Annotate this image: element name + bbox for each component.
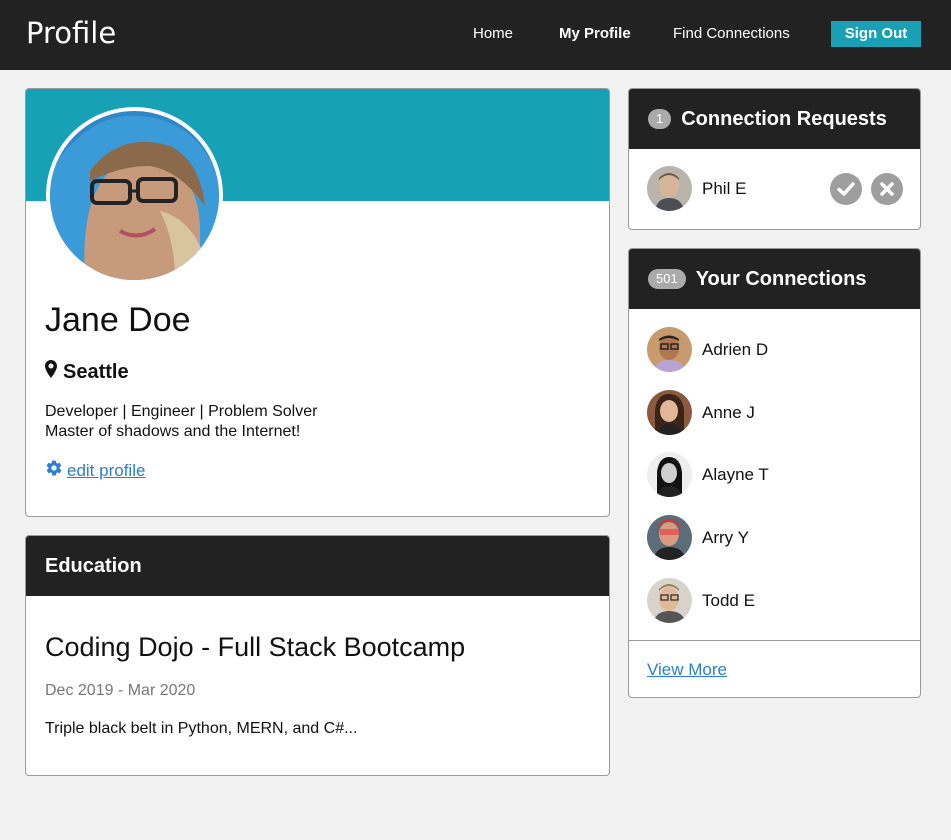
connections-count-badge: 501 — [648, 269, 686, 289]
bio-line-2: Master of shadows and the Internet! — [45, 423, 301, 440]
edit-profile-link[interactable]: edit profile — [45, 459, 145, 482]
bio-line-1: Developer | Engineer | Problem Solver — [45, 403, 318, 420]
connection-requests-header: 1 Connection Requests — [629, 89, 920, 149]
request-actions — [830, 173, 903, 205]
connection-name: Anne J — [702, 402, 755, 422]
nav-link-find-connections[interactable]: Find Connections — [673, 25, 790, 42]
map-marker-icon — [45, 360, 57, 384]
your-connections-card: 501 Your Connections Adrien D Anne J Ala… — [628, 248, 921, 698]
your-connections-header: 501 Your Connections — [629, 249, 920, 309]
gear-icon — [45, 459, 63, 482]
location-label: Seattle — [63, 360, 129, 383]
profile-bio: Developer | Engineer | Problem Solver Ma… — [45, 402, 317, 442]
navbar-brand[interactable]: Profile — [26, 16, 116, 50]
education-card: Education Coding Dojo - Full Stack Bootc… — [25, 535, 610, 776]
top-navbar: Profile Home My Profile Find Connections… — [0, 0, 951, 70]
requests-header-label: Connection Requests — [681, 107, 887, 130]
avatar — [647, 578, 692, 623]
connections-divider — [629, 640, 920, 641]
times-circle-icon[interactable] — [871, 173, 903, 205]
edit-profile-label: edit profile — [67, 460, 146, 480]
avatar — [647, 390, 692, 435]
request-name: Phil E — [702, 178, 747, 198]
profile-location: Seattle — [45, 360, 129, 384]
avatar — [647, 515, 692, 560]
connection-name: Alayne T — [702, 464, 769, 484]
profile-name: Jane Doe — [45, 301, 191, 339]
nav-link-home[interactable]: Home — [473, 25, 513, 42]
connection-name: Arry Y — [702, 527, 749, 547]
connection-requests-card: 1 Connection Requests Phil E — [628, 88, 921, 230]
view-more-link[interactable]: View More — [647, 660, 727, 680]
profile-avatar — [46, 107, 223, 284]
connection-item[interactable]: Adrien D — [647, 327, 768, 372]
connection-item[interactable]: Alayne T — [647, 452, 769, 497]
request-item[interactable]: Phil E — [647, 166, 746, 211]
nav-link-my-profile[interactable]: My Profile — [559, 25, 631, 42]
connection-item[interactable]: Anne J — [647, 390, 755, 435]
profile-card: Jane Doe Seattle Developer | Engineer | … — [25, 88, 610, 517]
connection-name: Todd E — [702, 590, 755, 610]
education-header: Education — [26, 536, 609, 596]
avatar — [647, 166, 692, 211]
avatar — [647, 327, 692, 372]
connection-name: Adrien D — [702, 339, 769, 359]
requests-count-badge: 1 — [648, 109, 672, 129]
education-description: Triple black belt in Python, MERN, and C… — [45, 720, 358, 737]
check-circle-icon[interactable] — [830, 173, 862, 205]
connection-item[interactable]: Arry Y — [647, 515, 749, 560]
avatar — [647, 452, 692, 497]
sign-out-button[interactable]: Sign Out — [831, 21, 921, 47]
education-dates: Dec 2019 - Mar 2020 — [45, 682, 196, 699]
connections-header-label: Your Connections — [695, 267, 867, 290]
education-title: Coding Dojo - Full Stack Bootcamp — [45, 632, 466, 662]
connection-item[interactable]: Todd E — [647, 578, 755, 623]
